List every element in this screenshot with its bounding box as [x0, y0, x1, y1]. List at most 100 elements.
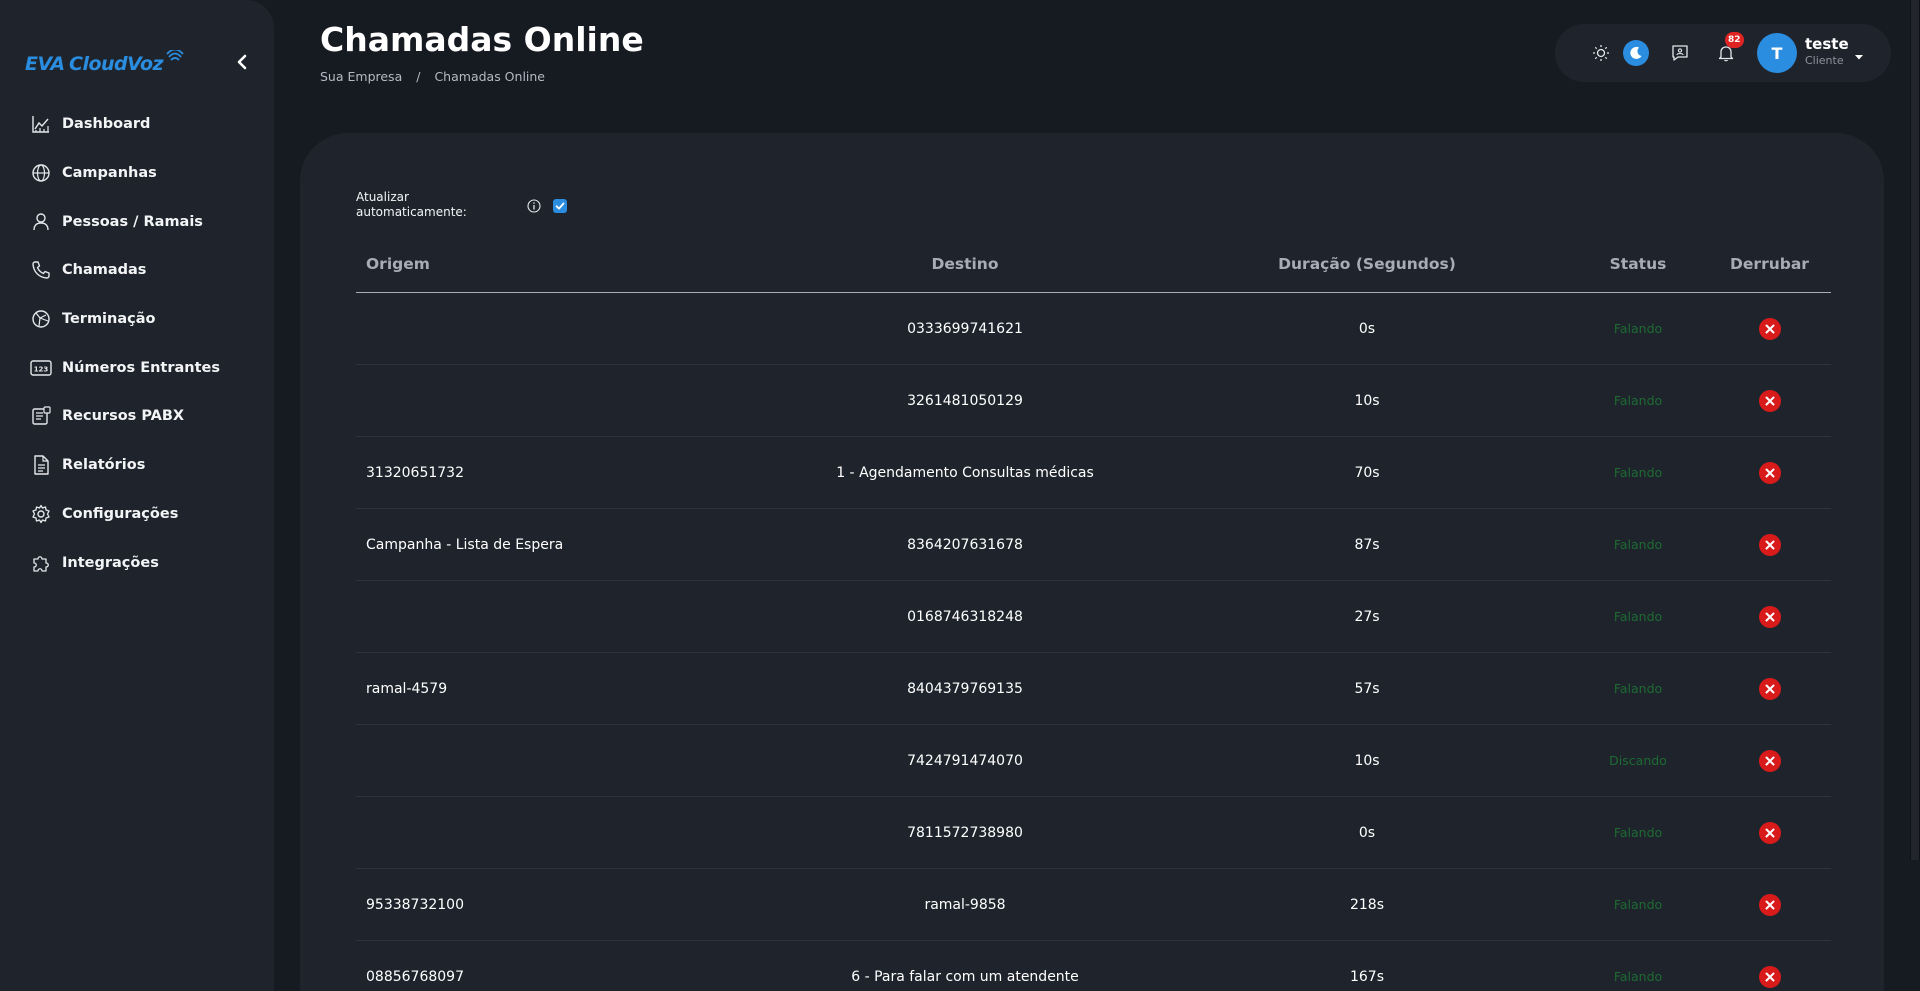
cell-derrubar: [1708, 821, 1831, 844]
user-menu-toggle[interactable]: [1854, 46, 1864, 65]
breadcrumb: Sua Empresa / Chamadas Online: [320, 69, 545, 84]
hangup-button[interactable]: [1758, 317, 1781, 340]
phone-icon: [30, 259, 52, 281]
cell-status: Falando: [1613, 393, 1663, 408]
sidebar-item-label: Dashboard: [62, 116, 151, 133]
sidebar-item-dashboard[interactable]: Dashboard: [0, 100, 274, 149]
svg-text:CloudVoz: CloudVoz: [69, 53, 165, 75]
cell-origem: Campanha - Lista de Espera: [366, 536, 564, 553]
cell-destino: ramal-9858: [924, 896, 1006, 913]
svg-text:123: 123: [34, 365, 49, 373]
sidebar-item-label: Configurações: [62, 505, 179, 522]
cell-duracao: 57s: [1354, 680, 1380, 697]
hangup-button[interactable]: [1758, 389, 1781, 412]
cell-derrubar: [1708, 605, 1831, 628]
breadcrumb-separator: /: [416, 69, 421, 84]
hangup-button[interactable]: [1758, 533, 1781, 556]
column-header-status[interactable]: Status: [1568, 255, 1708, 273]
puzzle-icon: [30, 552, 52, 574]
hangup-button[interactable]: [1758, 893, 1781, 916]
cell-duracao: 167s: [1349, 968, 1384, 985]
cell-status: Falando: [1613, 825, 1663, 840]
sidebar-item-numeros-entrantes[interactable]: 123 Números Entrantes: [0, 343, 274, 392]
cell-duracao: 27s: [1354, 608, 1380, 625]
table-header: Origem Destino Duração (Segundos) Status…: [356, 235, 1831, 293]
checkmark-icon: [555, 202, 565, 210]
sidebar-item-recursos-pabx[interactable]: Recursos PABX: [0, 392, 274, 441]
column-header-destino[interactable]: Destino: [764, 255, 1166, 273]
notification-count-badge: 82: [1725, 32, 1744, 48]
cell-duracao: 10s: [1354, 392, 1380, 409]
cell-destino: 8364207631678: [907, 536, 1023, 553]
sidebar-item-pessoas-ramais[interactable]: Pessoas / Ramais: [0, 197, 274, 246]
breadcrumb-item-company[interactable]: Sua Empresa: [320, 69, 402, 84]
cell-duracao: 10s: [1354, 752, 1380, 769]
hangup-button[interactable]: [1758, 965, 1781, 988]
cell-status: Falando: [1613, 609, 1663, 624]
sidebar-item-label: Relatórios: [62, 457, 146, 474]
cell-status: Falando: [1613, 897, 1663, 912]
calls-table: Origem Destino Duração (Segundos) Status…: [356, 235, 1831, 991]
cell-status: Falando: [1613, 537, 1663, 552]
cell-duracao: 0s: [1358, 824, 1376, 841]
cell-duracao: 218s: [1349, 896, 1384, 913]
sidebar-item-relatorios[interactable]: Relatórios: [0, 441, 274, 490]
sun-icon: [1593, 45, 1609, 61]
cell-destino: 7424791474070: [907, 752, 1023, 769]
table-row: 95338732100 ramal-9858 218s Falando: [356, 869, 1831, 941]
cell-origem: ramal-4579: [366, 680, 448, 697]
sidebar-item-integracoes[interactable]: Integrações: [0, 538, 274, 587]
table-row: 3261481050129 10s Falando: [356, 365, 1831, 437]
close-icon: [1765, 684, 1774, 693]
collapse-sidebar-button[interactable]: [232, 50, 252, 74]
svg-text:EVA: EVA: [25, 53, 65, 75]
chat-icon: [1672, 45, 1688, 61]
table-row: 7811572738980 0s Falando: [356, 797, 1831, 869]
hangup-button[interactable]: [1758, 749, 1781, 772]
hangup-button[interactable]: [1758, 821, 1781, 844]
sidebar-item-label: Terminação: [62, 311, 156, 328]
info-icon[interactable]: [527, 198, 541, 213]
hangup-button[interactable]: [1758, 605, 1781, 628]
hangup-button[interactable]: [1758, 461, 1781, 484]
cell-derrubar: [1708, 389, 1831, 412]
cell-destino: 3261481050129: [907, 392, 1023, 409]
user-icon: [30, 211, 52, 233]
hangup-button[interactable]: [1758, 677, 1781, 700]
avatar[interactable]: T: [1757, 33, 1797, 73]
cell-status: Discando: [1609, 753, 1667, 768]
cell-duracao: 70s: [1354, 464, 1380, 481]
cell-destino: 7811572738980: [907, 824, 1023, 841]
close-icon: [1765, 756, 1774, 765]
logo-graphic: EVA CloudVoz: [25, 50, 184, 75]
sidebar-item-chamadas[interactable]: Chamadas: [0, 246, 274, 295]
sidebar-item-campanhas[interactable]: Campanhas: [0, 149, 274, 198]
sidebar-item-terminacao[interactable]: Terminação: [0, 295, 274, 344]
sidebar-item-label: Chamadas: [62, 262, 147, 279]
dark-theme-button[interactable]: [1623, 40, 1649, 66]
chat-button[interactable]: [1668, 41, 1692, 65]
pabx-resources-icon: [30, 405, 52, 427]
light-theme-button[interactable]: [1589, 41, 1613, 65]
moon-icon: [1630, 46, 1642, 59]
sidebar-item-label: Recursos PABX: [62, 408, 185, 425]
sidebar-nav: Dashboard Campanhas Pessoas / Ramais Cha…: [0, 100, 274, 587]
table-row: 7424791474070 10s Discando: [356, 725, 1831, 797]
brand-logo[interactable]: EVA CloudVoz: [25, 50, 185, 76]
cell-status: Falando: [1613, 969, 1663, 984]
cell-destino: 1 - Agendamento Consultas médicas: [836, 464, 1094, 481]
close-icon: [1765, 972, 1774, 981]
network-icon: [30, 308, 52, 330]
column-header-origem[interactable]: Origem: [356, 255, 764, 273]
column-header-duracao[interactable]: Duração (Segundos): [1166, 255, 1568, 273]
close-icon: [1765, 468, 1774, 477]
page-scrollbar-thumb[interactable]: [1911, 0, 1919, 860]
user-name[interactable]: teste: [1805, 35, 1849, 53]
table-row: Campanha - Lista de Espera 8364207631678…: [356, 509, 1831, 581]
cell-derrubar: [1708, 317, 1831, 340]
close-icon: [1765, 396, 1774, 405]
auto-refresh-checkbox[interactable]: [553, 199, 567, 213]
cell-duracao: 87s: [1354, 536, 1380, 553]
chevron-left-icon: [237, 54, 247, 70]
sidebar-item-configuracoes[interactable]: Configurações: [0, 490, 274, 539]
